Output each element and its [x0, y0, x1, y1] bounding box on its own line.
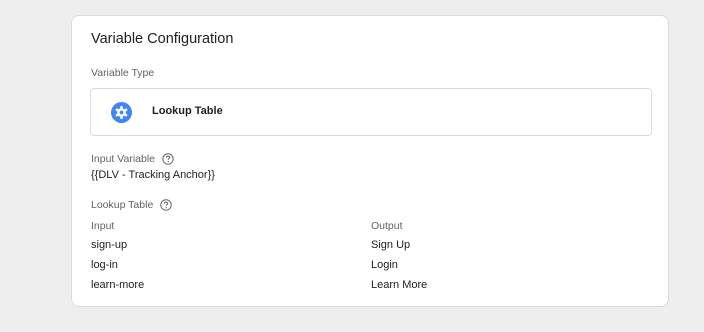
column-header-input: Input: [91, 220, 115, 232]
table-cell-input: learn-more: [91, 279, 145, 291]
column-header-output: Output: [371, 220, 403, 232]
help-circle-icon[interactable]: [160, 199, 172, 211]
input-variable-label: Input Variable: [91, 153, 174, 165]
variable-type-name: Lookup Table: [152, 105, 223, 117]
variable-configuration-card: Variable Configuration Variable Type Loo…: [71, 15, 669, 307]
variable-type-label: Variable Type: [91, 67, 155, 79]
table-cell-output: Sign Up: [371, 239, 411, 251]
table-cell-input: log-in: [91, 259, 118, 271]
input-variable-value: {{DLV - Tracking Anchor}}: [91, 169, 215, 181]
table-cell-input: sign-up: [91, 239, 128, 251]
table-cell-output: Login: [371, 259, 398, 271]
card-title: Variable Configuration: [91, 31, 234, 47]
gear-icon: [111, 102, 132, 123]
help-circle-icon[interactable]: [162, 153, 174, 165]
table-cell-output: Learn More: [371, 279, 428, 291]
variable-type-selector[interactable]: Lookup Table: [90, 88, 652, 136]
lookup-table-label: Lookup Table: [91, 199, 172, 211]
